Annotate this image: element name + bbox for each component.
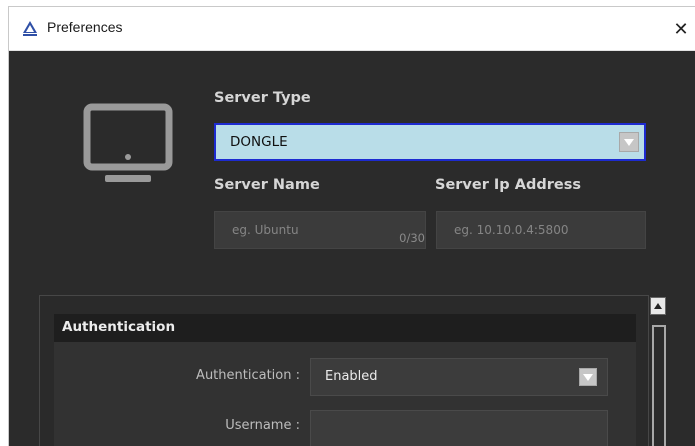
server-ip-field[interactable] [436,211,646,249]
authentication-value: Enabled [325,369,378,384]
authentication-section: Authentication Authentication : Enabled … [54,314,636,446]
scroll-up-button[interactable] [650,297,666,315]
chevron-up-icon [654,303,662,309]
close-icon: ✕ [673,18,689,40]
authentication-select[interactable]: Enabled [310,358,608,396]
server-type-value: DONGLE [230,134,288,150]
window-title: Preferences [47,19,123,35]
authentication-section-title: Authentication [62,319,176,335]
server-name-label: Server Name [214,177,320,193]
username-label: Username : [225,418,300,433]
server-type-select[interactable]: DONGLE [214,123,646,161]
authentication-header: Authentication [54,314,636,342]
scroll-thumb[interactable] [652,325,666,446]
server-ip-label: Server Ip Address [435,177,581,193]
monitor-icon [83,103,173,182]
chevron-down-icon[interactable] [619,132,639,152]
server-ip-input[interactable] [437,212,645,248]
username-field[interactable] [310,410,608,446]
server-name-field[interactable]: 0/30 [214,211,426,249]
settings-panel: Authentication Authentication : Enabled … [39,295,649,446]
preferences-window: Preferences ✕ Server Type DONGLE Server … [8,6,695,446]
server-name-input[interactable] [215,212,425,248]
server-name-char-counter: 0/30 [399,231,425,245]
chevron-down-icon[interactable] [579,368,597,386]
authentication-label: Authentication : [196,368,300,383]
server-type-label: Server Type [214,90,311,106]
close-button[interactable]: ✕ [667,15,695,43]
title-bar: Preferences ✕ [9,7,695,51]
app-logo-icon [23,21,37,36]
vertical-scrollbar[interactable] [650,297,670,446]
